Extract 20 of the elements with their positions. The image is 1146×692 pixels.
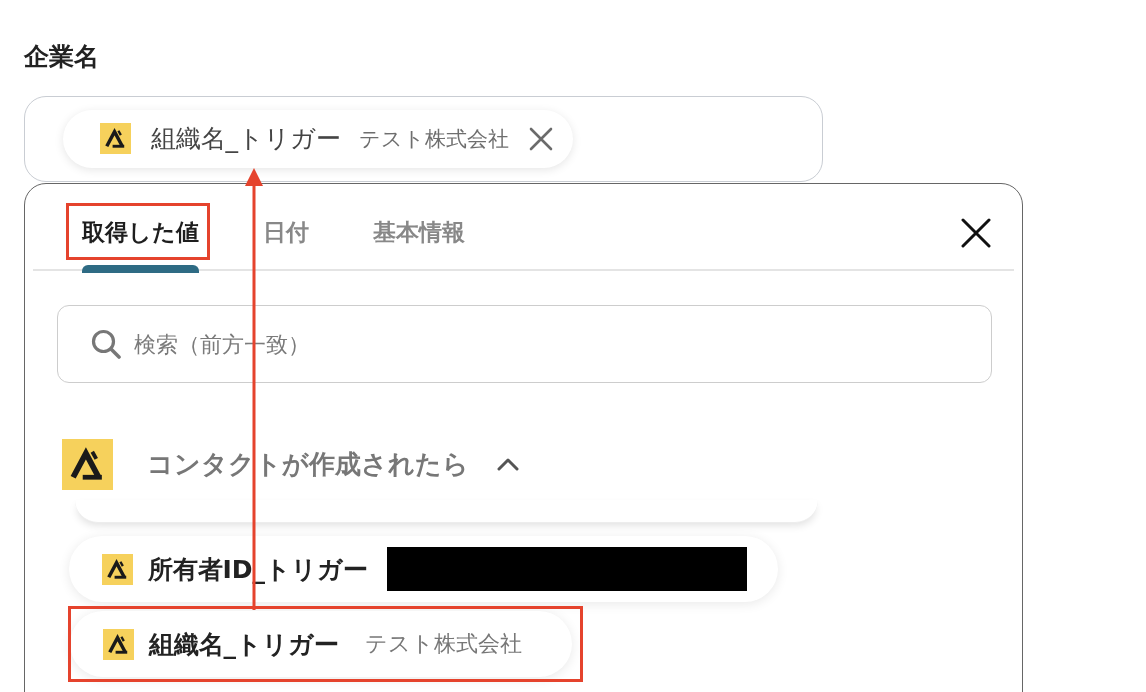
chip-value: テスト株式会社 xyxy=(359,125,509,153)
search-icon xyxy=(90,329,121,359)
tab[interactable]: 日付 xyxy=(230,184,341,273)
input-field[interactable]: 組織名_トリガー テスト株式会社 xyxy=(24,96,823,182)
app-logo-icon xyxy=(61,438,113,490)
app-logo-icon xyxy=(102,628,134,660)
close-button[interactable] xyxy=(961,218,991,248)
tab[interactable]: 取得した値 xyxy=(49,184,231,273)
chip-label: 組織名_トリガー xyxy=(150,123,341,155)
remove-icon[interactable] xyxy=(529,126,553,151)
close-icon xyxy=(961,218,991,248)
variable-chip[interactable]: 組織名_トリガー テスト株式会社 xyxy=(62,109,573,168)
tab[interactable]: 基本情報 xyxy=(340,184,497,273)
app-logo-icon xyxy=(101,553,133,585)
chevron-up-icon[interactable] xyxy=(496,457,519,471)
field-label: 企業名 xyxy=(24,41,99,73)
item-value: テスト株式会社 xyxy=(365,630,522,658)
app-logo-icon xyxy=(99,123,131,154)
item-label: 組織名_トリガー xyxy=(148,628,339,661)
section-title[interactable]: コンタクトが作成されたら xyxy=(146,446,469,482)
